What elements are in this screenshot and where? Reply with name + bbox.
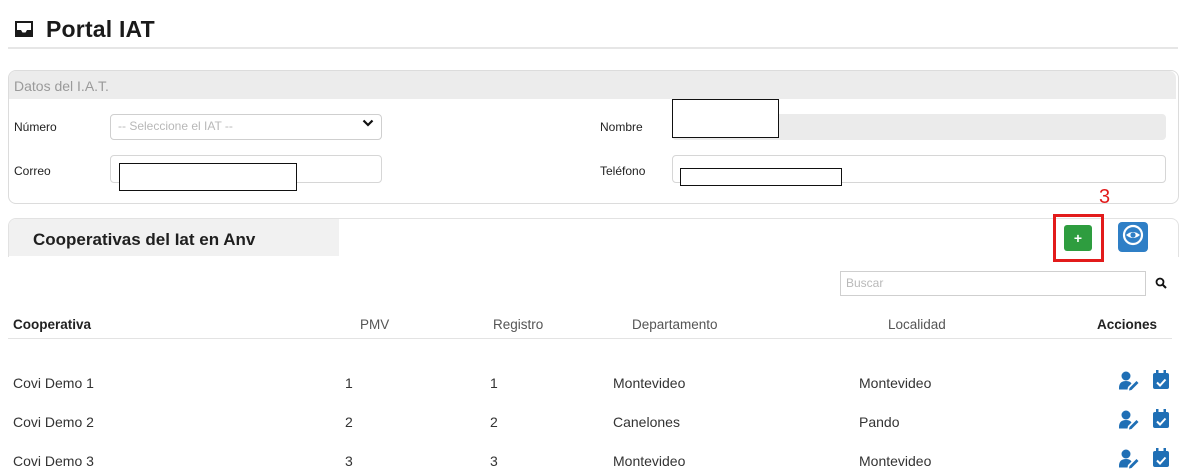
telefono-redaction-box (680, 168, 842, 186)
calendar-icon[interactable] (1152, 370, 1170, 397)
user-edit-icon[interactable] (1118, 448, 1140, 475)
app-header: Portal IAT (12, 12, 155, 46)
column-header-localidad: Localidad (888, 317, 946, 332)
search-placeholder: Buscar (846, 276, 884, 290)
cell-pmv: 3 (345, 453, 353, 469)
cell-cooperativa: Covi Demo 1 (13, 375, 94, 391)
cell-departamento: Montevideo (613, 375, 686, 391)
user-edit-icon[interactable] (1118, 370, 1140, 397)
header-divider (8, 47, 1178, 49)
cell-cooperativa: Covi Demo 2 (13, 414, 94, 430)
row-actions (1118, 370, 1170, 397)
numero-select-value: -- Seleccione el IAT -- (118, 119, 233, 133)
column-header-cooperativa: Cooperativa (13, 317, 92, 332)
search-input[interactable] (840, 271, 1146, 296)
annotation-number: 3 (1099, 186, 1111, 208)
cooperativas-title: Cooperativas del Iat en Anv (33, 230, 256, 249)
view-button[interactable] (1118, 222, 1148, 252)
cell-departamento: Montevideo (613, 453, 686, 469)
telefono-label: Teléfono (600, 164, 646, 178)
column-header-departamento: Departamento (632, 317, 718, 332)
cell-registro: 1 (490, 375, 498, 391)
cell-localidad: Montevideo (859, 453, 932, 469)
user-edit-icon[interactable] (1118, 409, 1140, 436)
iat-panel-heading: Datos del I.A.T. (14, 78, 109, 94)
page-title: Portal IAT (46, 15, 155, 42)
column-header-pmv: PMV (360, 317, 390, 332)
table-header-divider (8, 338, 1172, 339)
eye-icon (1121, 223, 1145, 252)
cell-registro: 3 (490, 453, 498, 469)
row-actions (1118, 409, 1170, 436)
correo-redaction-box (119, 163, 297, 191)
cell-localidad: Pando (859, 414, 900, 430)
search-icon[interactable] (1155, 276, 1167, 294)
row-actions (1118, 448, 1170, 475)
cell-cooperativa: Covi Demo 3 (13, 453, 94, 469)
iat-panel-header (9, 71, 1176, 99)
calendar-icon[interactable] (1152, 448, 1170, 475)
correo-label: Correo (14, 164, 51, 178)
cell-pmv: 2 (345, 414, 353, 430)
cell-localidad: Montevideo (859, 375, 932, 391)
nombre-label: Nombre (600, 120, 643, 134)
calendar-icon[interactable] (1152, 409, 1170, 436)
chevron-down-icon (362, 116, 374, 132)
nombre-redaction-box (672, 99, 779, 138)
cell-departamento: Canelones (613, 414, 680, 430)
cell-pmv: 1 (345, 375, 353, 391)
inbox-icon (12, 17, 36, 41)
cell-registro: 2 (490, 414, 498, 430)
column-header-acciones: Acciones (1097, 317, 1158, 332)
add-cooperativa-button[interactable]: + (1064, 225, 1092, 251)
numero-label: Número (14, 120, 57, 134)
column-header-registro: Registro (493, 317, 544, 332)
